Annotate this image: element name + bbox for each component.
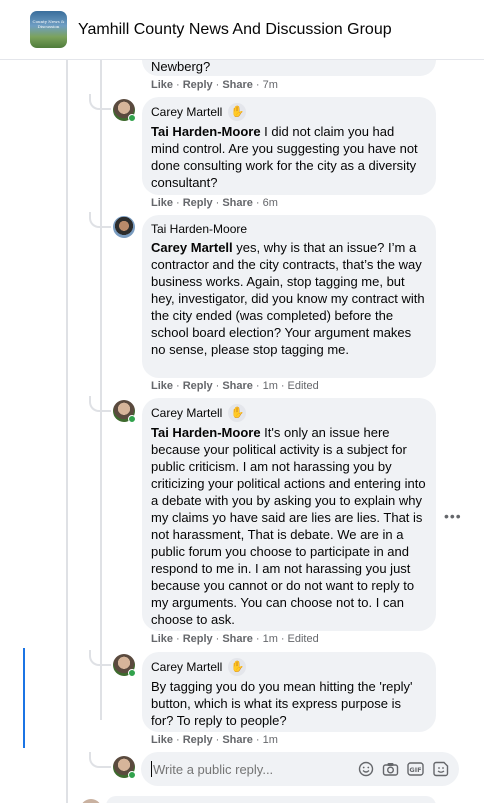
like-button[interactable]: Like bbox=[151, 380, 173, 392]
comment-actions: Like · Reply · Share · 1m bbox=[151, 734, 278, 746]
camera-icon[interactable] bbox=[382, 760, 399, 777]
online-indicator bbox=[128, 669, 136, 677]
comment-time[interactable]: 1m bbox=[263, 633, 278, 645]
sticker-icon[interactable] bbox=[432, 760, 449, 777]
comment-text: Carey Martell yes, why is that an issue?… bbox=[151, 240, 425, 357]
mention-link[interactable]: Tai Harden-Moore bbox=[151, 124, 261, 139]
reply-button[interactable]: Reply bbox=[183, 734, 213, 746]
thread-branch bbox=[89, 212, 111, 228]
edited-label[interactable]: Edited bbox=[288, 380, 319, 392]
reply-button[interactable]: Reply bbox=[183, 633, 213, 645]
comment-time[interactable]: 7m bbox=[263, 79, 278, 91]
thread-branch bbox=[89, 650, 111, 666]
like-button[interactable]: Like bbox=[151, 79, 173, 91]
comment-bubble: Tai Harden-Moore Carey Martell yes, why … bbox=[142, 215, 436, 378]
focus-indicator bbox=[23, 648, 25, 748]
group-logo-text: County News & Discussion bbox=[32, 19, 65, 29]
top-fan-badge-icon[interactable]: ✋ bbox=[228, 103, 247, 121]
comment-bubble: Carey Martell ✋ Tai Harden-Moore It's on… bbox=[142, 398, 436, 631]
avatar[interactable] bbox=[113, 216, 135, 238]
reply-button[interactable]: Reply bbox=[183, 380, 213, 392]
comment-actions: Like · Reply · Share · 6m bbox=[151, 197, 278, 209]
online-indicator bbox=[128, 771, 136, 779]
thread-branch bbox=[89, 94, 111, 110]
like-button[interactable]: Like bbox=[151, 197, 173, 209]
reply-button[interactable]: Reply bbox=[183, 197, 213, 209]
online-indicator bbox=[128, 114, 136, 122]
comment-text: Tai Harden-Moore It's only an issue here… bbox=[151, 425, 426, 627]
comment-text: By tagging you do you mean hitting the '… bbox=[151, 679, 413, 728]
mention-link[interactable]: Tai Harden-Moore bbox=[151, 425, 261, 440]
comment-actions: Like · Reply · Share · 1m · Edited bbox=[151, 633, 319, 645]
comment-actions: Like · Reply · Share · 1m · Edited bbox=[151, 380, 319, 392]
comment-time[interactable]: 6m bbox=[263, 197, 278, 209]
reply-input[interactable] bbox=[151, 761, 351, 777]
reply-composer[interactable]: GIF bbox=[141, 752, 459, 786]
mention-link[interactable]: Carey Martell bbox=[151, 240, 233, 255]
emoji-icon[interactable] bbox=[357, 760, 374, 777]
comment-author[interactable]: Carey Martell bbox=[151, 405, 222, 421]
comment-time[interactable]: 1m bbox=[263, 380, 278, 392]
composer-icons: GIF bbox=[357, 760, 449, 777]
online-indicator bbox=[128, 415, 136, 423]
reply-button[interactable]: Reply bbox=[183, 79, 213, 91]
comment-actions: Like · Reply · Share · 7m bbox=[151, 79, 278, 91]
edited-label[interactable]: Edited bbox=[288, 633, 319, 645]
top-fan-badge-icon[interactable]: ✋ bbox=[228, 658, 247, 676]
share-button[interactable]: Share bbox=[222, 380, 253, 392]
comment-text: Newberg? bbox=[151, 59, 211, 74]
like-button[interactable]: Like bbox=[151, 734, 173, 746]
comment-bubble-next bbox=[106, 796, 436, 803]
comment-text: Tai Harden-Moore I did not claim you had… bbox=[151, 124, 418, 190]
gif-icon[interactable]: GIF bbox=[407, 760, 424, 777]
more-options-icon[interactable]: ••• bbox=[444, 508, 462, 524]
share-button[interactable]: Share bbox=[222, 197, 253, 209]
comment-bubble: Carey Martell ✋ Tai Harden-Moore I did n… bbox=[142, 97, 436, 195]
comment-author[interactable]: Carey Martell bbox=[151, 104, 222, 120]
thread-branch bbox=[89, 752, 111, 768]
comment-author[interactable]: Carey Martell bbox=[151, 659, 222, 675]
group-title[interactable]: Yamhill County News And Discussion Group bbox=[78, 21, 392, 39]
comment-bubble: Carey Martell ✋ By tagging you do you me… bbox=[142, 652, 436, 732]
thread-line-outer bbox=[66, 60, 68, 803]
like-button[interactable]: Like bbox=[151, 633, 173, 645]
avatar[interactable] bbox=[80, 799, 102, 803]
thread-branch bbox=[89, 396, 111, 412]
thread-line-inner bbox=[100, 60, 102, 720]
share-button[interactable]: Share bbox=[222, 79, 253, 91]
top-fan-badge-icon[interactable]: ✋ bbox=[228, 404, 247, 422]
comment-author[interactable]: Tai Harden-Moore bbox=[151, 221, 247, 237]
group-header: County News & Discussion Yamhill County … bbox=[0, 0, 484, 60]
group-logo[interactable]: County News & Discussion bbox=[30, 11, 67, 48]
share-button[interactable]: Share bbox=[222, 633, 253, 645]
comment-time[interactable]: 1m bbox=[263, 734, 278, 746]
svg-text:GIF: GIF bbox=[409, 765, 421, 773]
share-button[interactable]: Share bbox=[222, 734, 253, 746]
